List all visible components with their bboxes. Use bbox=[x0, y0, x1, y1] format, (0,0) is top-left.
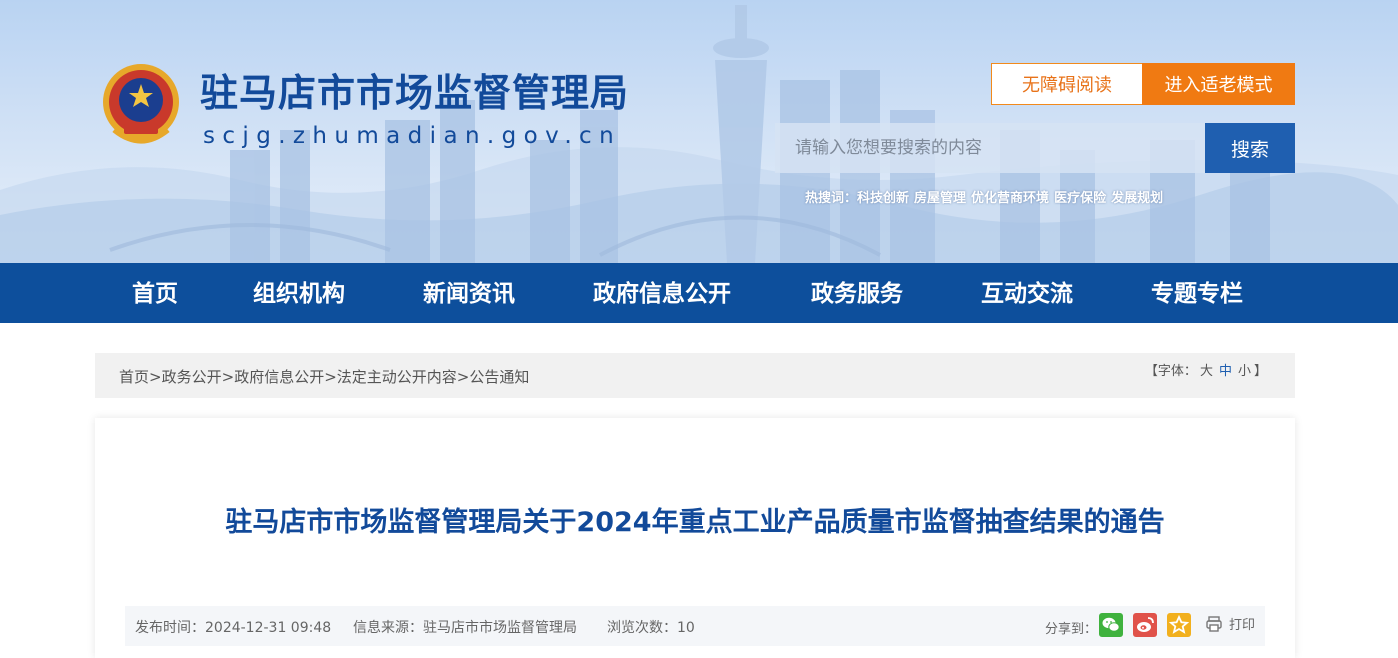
share-label: 分享到： bbox=[1045, 622, 1098, 637]
print-label: 打印 bbox=[1229, 618, 1256, 633]
hot-search-label: 热搜词： bbox=[805, 191, 858, 206]
font-size-small[interactable]: 小 bbox=[1238, 364, 1251, 379]
hot-word-link[interactable]: 房屋管理 bbox=[914, 191, 966, 206]
hot-search-words: 热搜词：科技创新 房屋管理 优化营商环境 医疗保险 发展规划 bbox=[805, 187, 1168, 206]
accessible-reading-button[interactable]: 无障碍阅读 bbox=[991, 63, 1143, 105]
hot-word-link[interactable]: 优化营商环境 bbox=[971, 191, 1049, 206]
font-size-switcher: 【字体：大中小】 bbox=[1145, 360, 1267, 379]
nav-item-interaction[interactable]: 互动交流 bbox=[981, 263, 1073, 323]
nav-item-organization[interactable]: 组织机构 bbox=[253, 263, 345, 323]
search-input[interactable] bbox=[775, 123, 1206, 173]
print-button[interactable]: 打印 bbox=[1205, 614, 1255, 633]
site-title: 驻马店市市场监督管理局 bbox=[200, 71, 630, 115]
publish-time: 发布时间：2024-12-31 09:48 bbox=[135, 620, 332, 636]
nav-item-home[interactable]: 首页 bbox=[132, 263, 178, 323]
breadcrumb-item-gov-info[interactable]: 政府信息公开 bbox=[234, 368, 324, 386]
article-title: 驻马店市市场监督管理局关于2024年重点工业产品质量市监督抽查结果的通告 bbox=[225, 507, 1165, 538]
view-count: 浏览次数：10 bbox=[607, 620, 695, 636]
search-button[interactable]: 搜索 bbox=[1205, 123, 1295, 173]
police-emblem-icon bbox=[103, 64, 179, 144]
font-size-bracket-open: 【 bbox=[1144, 364, 1158, 379]
article-panel: 驻马店市市场监督管理局关于2024年重点工业产品质量市监督抽查结果的通告 发布时… bbox=[95, 418, 1295, 658]
font-size-large[interactable]: 大 bbox=[1200, 364, 1213, 379]
breadcrumb-bar: 首页>政务公开>政府信息公开>法定主动公开内容>公告通知 【字体：大中小】 bbox=[95, 353, 1295, 398]
breadcrumb-separator: > bbox=[221, 368, 235, 386]
breadcrumb-item-home[interactable]: 首页 bbox=[119, 368, 149, 386]
article-meta-bar: 发布时间：2024-12-31 09:48 信息来源：驻马店市市场监督管理局 浏… bbox=[125, 606, 1265, 646]
site-domain: scjg.zhumadian.gov.cn bbox=[203, 123, 622, 149]
favorite-star-icon[interactable] bbox=[1167, 613, 1191, 637]
header-banner: 驻马店市市场监督管理局 scjg.zhumadian.gov.cn 无障碍阅读 … bbox=[0, 0, 1398, 263]
nav-item-news[interactable]: 新闻资讯 bbox=[423, 263, 515, 323]
breadcrumb-separator: > bbox=[324, 368, 337, 386]
hot-word-link[interactable]: 科技创新 bbox=[857, 191, 909, 206]
breadcrumb-item-statutory[interactable]: 法定主动公开内容 bbox=[337, 368, 457, 386]
elder-mode-button[interactable]: 进入适老模式 bbox=[1142, 63, 1295, 105]
font-size-medium[interactable]: 中 bbox=[1219, 364, 1232, 379]
main-nav: 首页 组织机构 新闻资讯 政府信息公开 政务服务 互动交流 专题专栏 bbox=[0, 263, 1398, 323]
breadcrumb-separator: > bbox=[149, 368, 162, 386]
wechat-icon[interactable] bbox=[1099, 613, 1123, 637]
font-size-bracket-close: 】 bbox=[1253, 364, 1267, 379]
breadcrumb-item-gov-affairs[interactable]: 政务公开 bbox=[162, 368, 222, 386]
breadcrumb-separator: > bbox=[456, 368, 470, 386]
font-size-label: 字体： bbox=[1157, 364, 1197, 379]
info-source: 信息来源：驻马店市市场监督管理局 bbox=[353, 620, 577, 636]
breadcrumb: 首页>政务公开>政府信息公开>法定主动公开内容>公告通知 bbox=[119, 366, 529, 387]
printer-icon bbox=[1206, 615, 1222, 632]
nav-item-gov-info[interactable]: 政府信息公开 bbox=[593, 263, 731, 323]
nav-item-topics[interactable]: 专题专栏 bbox=[1151, 263, 1243, 323]
hot-word-link[interactable]: 发展规划 bbox=[1111, 191, 1163, 206]
nav-item-services[interactable]: 政务服务 bbox=[811, 263, 903, 323]
breadcrumb-item-notices[interactable]: 公告通知 bbox=[469, 368, 529, 386]
weibo-icon[interactable] bbox=[1133, 613, 1157, 637]
hot-word-link[interactable]: 医疗保险 bbox=[1054, 191, 1106, 206]
